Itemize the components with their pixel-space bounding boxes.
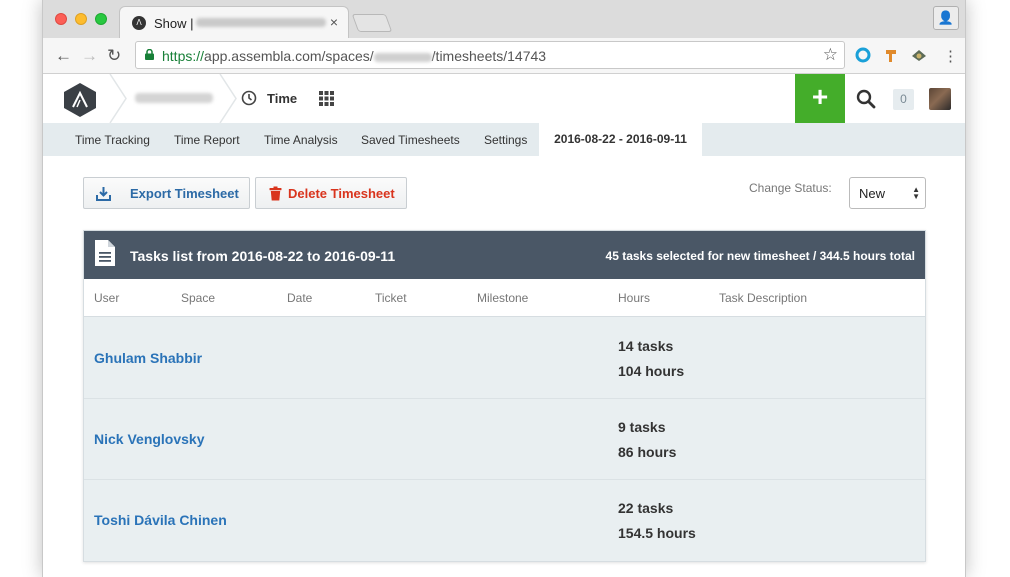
close-tab-icon[interactable]: ×: [330, 14, 338, 30]
column-header-user: User: [94, 291, 120, 305]
task-count: 9 tasks: [618, 419, 666, 435]
hours-total: 86 hours: [618, 444, 677, 460]
status-select-value: New: [859, 186, 886, 201]
user-link[interactable]: Nick Venglovsky: [94, 431, 205, 447]
lock-icon: [145, 49, 154, 60]
browser-menu-icon[interactable]: ⋮: [943, 47, 958, 65]
close-window-button[interactable]: [55, 13, 67, 25]
delete-timesheet-label: Delete Timesheet: [288, 186, 395, 201]
hours-total: 104 hours: [618, 363, 685, 379]
delete-timesheet-button[interactable]: Delete Timesheet: [255, 177, 407, 209]
breadcrumb-separator: [219, 74, 237, 123]
tab-settings[interactable]: Settings: [484, 133, 527, 147]
new-tab-button[interactable]: [351, 14, 393, 32]
bookmark-star-icon[interactable]: ☆: [823, 45, 838, 65]
table-header: User Space Date Ticket Milestone Hours T…: [84, 279, 925, 317]
url-scheme: https://: [162, 48, 205, 64]
assembla-favicon-icon: Λ: [132, 16, 146, 30]
back-icon[interactable]: ←: [55, 46, 72, 66]
column-header-ticket: Ticket: [375, 291, 407, 305]
address-bar-row: ← → ↻ https://app.assembla.com/spaces/ /t…: [43, 38, 965, 74]
url-path: /timesheets/14743: [431, 48, 547, 64]
tab-time-tracking[interactable]: Time Tracking: [75, 133, 150, 147]
profile-icon[interactable]: 👤: [933, 6, 959, 30]
tab-title: Show |: [154, 16, 194, 31]
notification-badge[interactable]: 0: [893, 89, 914, 110]
search-icon[interactable]: [856, 89, 876, 109]
tab-current-timesheet[interactable]: 2016-08-22 - 2016-09-11: [539, 123, 702, 156]
browser-tab[interactable]: Λ Show | ×: [119, 6, 349, 38]
status-select[interactable]: New ▲ ▼: [849, 177, 926, 209]
tasks-panel: Tasks list from 2016-08-22 to 2016-09-11…: [83, 230, 926, 562]
task-count: 14 tasks: [618, 338, 674, 354]
title-bar: Λ Show | × 👤: [43, 0, 965, 38]
sub-navigation: Time Tracking Time Report Time Analysis …: [43, 123, 965, 156]
url-text: https://app.assembla.com/spaces/ /timeshe…: [162, 48, 546, 64]
apps-grid-icon[interactable]: [319, 91, 334, 106]
column-header-milestone: Milestone: [477, 291, 529, 305]
task-count: 22 tasks: [618, 500, 674, 516]
export-timesheet-label: Export Timesheet: [130, 186, 239, 201]
add-button[interactable]: +: [795, 74, 845, 123]
tab-title-redacted: [196, 18, 326, 27]
url-redacted: [373, 52, 432, 62]
panel-title: Tasks list from 2016-08-22 to 2016-09-11: [130, 248, 396, 264]
extension-eye-icon[interactable]: [911, 47, 927, 63]
change-status-label: Change Status:: [749, 181, 832, 195]
app-header: Time + 0: [43, 74, 965, 123]
panel-header: Tasks list from 2016-08-22 to 2016-09-11…: [84, 231, 925, 279]
column-header-task-description: Task Description: [719, 291, 808, 305]
table-row: Toshi Dávila Chinen 22 tasks 154.5 hours: [84, 480, 925, 561]
minimize-window-button[interactable]: [75, 13, 87, 25]
url-field[interactable]: https://app.assembla.com/spaces/ /timeshe…: [135, 41, 845, 69]
clock-icon: [241, 90, 257, 106]
hours-total: 154.5 hours: [618, 525, 696, 541]
breadcrumb-space-redacted[interactable]: [135, 93, 213, 103]
export-timesheet-button[interactable]: Export Timesheet: [83, 177, 250, 209]
column-header-hours: Hours: [618, 291, 651, 305]
breadcrumb-separator: [109, 74, 127, 123]
url-host: app.assembla.com/spaces/: [204, 48, 374, 64]
select-arrows-icon: ▲ ▼: [912, 185, 920, 201]
column-header-date: Date: [287, 291, 313, 305]
maximize-window-button[interactable]: [95, 13, 107, 25]
table-row: Ghulam Shabbir 14 tasks 104 hours: [84, 318, 925, 399]
tab-time-report[interactable]: Time Report: [174, 133, 240, 147]
section-title[interactable]: Time: [267, 91, 297, 106]
extension-sign-icon[interactable]: [883, 47, 899, 63]
download-icon: [96, 187, 111, 201]
assembla-logo[interactable]: [63, 82, 97, 118]
document-icon: [95, 240, 115, 266]
panel-summary: 45 tasks selected for new timesheet / 34…: [605, 249, 915, 263]
browser-window: Λ Show | × 👤 ← → ↻ https://app.assembla.…: [42, 0, 966, 577]
column-header-space: Space: [181, 291, 216, 305]
forward-icon[interactable]: →: [81, 46, 98, 66]
table-row: Nick Venglovsky 9 tasks 86 hours: [84, 399, 925, 480]
user-link[interactable]: Toshi Dávila Chinen: [94, 512, 227, 528]
tab-time-analysis[interactable]: Time Analysis: [264, 133, 338, 147]
tab-saved-timesheets[interactable]: Saved Timesheets: [361, 133, 460, 147]
trash-icon: [269, 186, 282, 201]
extension-circle-icon[interactable]: [855, 47, 871, 63]
reload-icon[interactable]: ↻: [107, 46, 121, 66]
avatar[interactable]: [929, 88, 951, 110]
user-link[interactable]: Ghulam Shabbir: [94, 350, 202, 366]
